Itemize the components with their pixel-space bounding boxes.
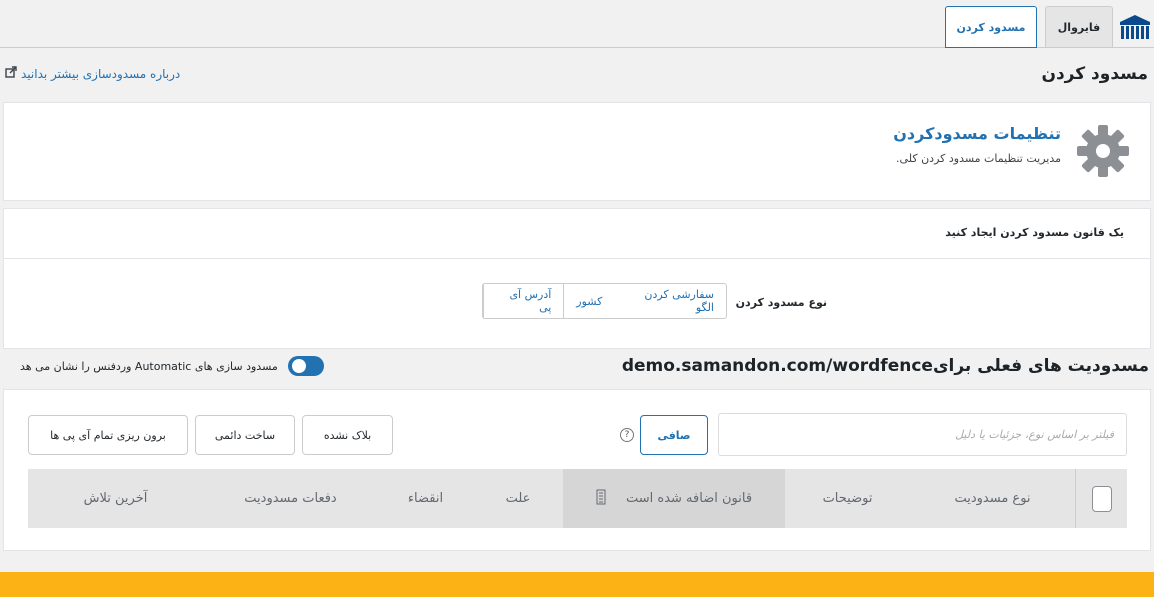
learn-more-text: درباره مسدودسازی بیشتر بدانید: [21, 66, 181, 81]
select-all-checkbox[interactable]: [1091, 485, 1112, 512]
settings-title-link[interactable]: تنظیمات مسدودکردن: [893, 124, 1061, 143]
column-block-count[interactable]: دفعات مسدودیت: [203, 469, 378, 528]
create-rule-heading: یک قانون مسدود کردن ایجاد کنید: [945, 226, 1124, 239]
filter-input[interactable]: [731, 414, 1114, 455]
make-permanent-button[interactable]: ساخت دائمی: [195, 415, 295, 455]
column-last-attempt[interactable]: آخرین تلاش: [28, 469, 203, 528]
learn-more-link[interactable]: درباره مسدودسازی بیشتر بدانید: [5, 66, 180, 81]
column-expiration[interactable]: انقضاء: [378, 469, 473, 528]
block-type-selector: آدرس آی پی کشور سفارشی کردن الگو: [482, 283, 727, 319]
wordfence-logo-icon: [1118, 12, 1152, 40]
automatic-blocks-toggle-row: مسدود سازی های Automatic وردفنس را نشان …: [20, 356, 324, 376]
column-details[interactable]: توضیحات: [785, 469, 910, 528]
filter-button[interactable]: صافی: [640, 415, 708, 455]
block-type-custom-pattern[interactable]: سفارشی کردن الگو: [614, 284, 726, 318]
tab-blocking[interactable]: مسدود کردن: [945, 6, 1037, 48]
blocks-table-header: نوع مسدودیت توضیحات قانون اضافه شده است …: [28, 469, 1127, 528]
block-type-country[interactable]: کشور: [563, 284, 614, 318]
help-icon[interactable]: ?: [620, 428, 634, 442]
tab-firewall[interactable]: فایروال: [1045, 6, 1113, 47]
export-all-ips-button[interactable]: برون ریزی تمام آی پی ها: [28, 415, 188, 455]
select-all-cell: [1075, 469, 1127, 528]
automatic-blocks-toggle[interactable]: [287, 356, 324, 376]
block-type-ip[interactable]: آدرس آی پی: [483, 284, 563, 318]
divider: [3, 258, 1151, 259]
gear-icon: [1076, 124, 1130, 178]
block-type-label: نوع مسدود کردن: [735, 296, 827, 309]
column-reason[interactable]: علت: [473, 469, 563, 528]
filter-field[interactable]: [718, 413, 1127, 456]
column-rule-added[interactable]: قانون اضافه شده است: [563, 469, 785, 528]
unblock-button[interactable]: بلاک نشده: [302, 415, 393, 455]
page-title: مسدود کردن: [1041, 64, 1148, 84]
automatic-blocks-label: مسدود سازی های Automatic وردفنس را نشان …: [20, 359, 278, 373]
active-blocks-title: مسدودیت های فعلی برایdemo.samandon.com/w…: [621, 356, 1149, 376]
settings-subtitle: مدیریت تنظیمات مسدود کردن کلی.: [896, 152, 1061, 165]
footer-bar: [0, 572, 1154, 597]
external-link-icon: [5, 66, 17, 81]
site-url: demo.samandon.com/wordfence: [621, 356, 933, 376]
column-block-type[interactable]: نوع مسدودیت: [910, 469, 1075, 528]
sort-icon: [596, 489, 606, 509]
